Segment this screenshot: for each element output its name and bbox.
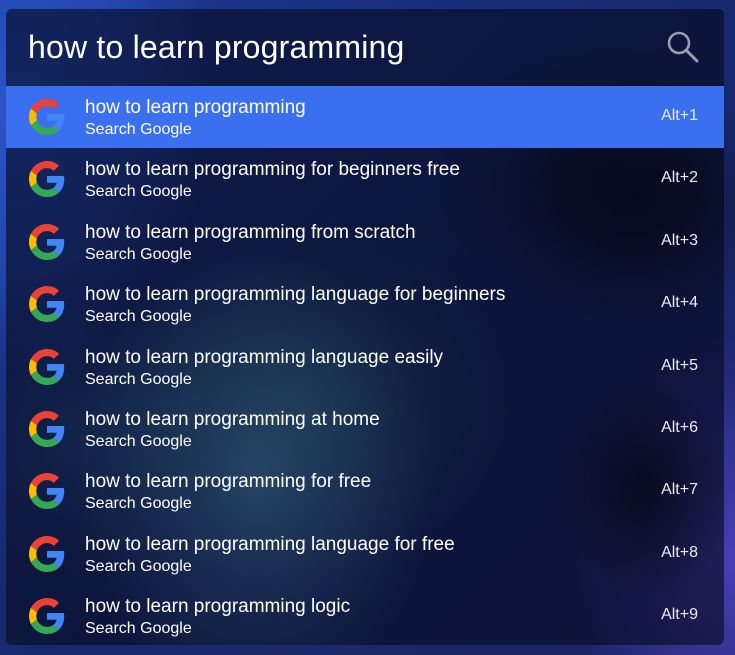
result-shortcut: Alt+9 (661, 606, 698, 624)
result-item[interactable]: how to learn programming for beginners f… (6, 148, 724, 210)
search-bar: how to learn programming (6, 9, 724, 86)
result-title: how to learn programming (85, 97, 306, 118)
result-shortcut: Alt+2 (661, 169, 698, 187)
google-g-icon (29, 473, 65, 510)
result-shortcut: Alt+3 (661, 231, 698, 249)
result-item[interactable]: how to learn programming for free Search… (6, 460, 724, 522)
result-item[interactable]: how to learn programming language easily… (6, 336, 724, 398)
result-title: how to learn programming from scratch (85, 221, 416, 243)
result-subtitle: Search Google (85, 432, 192, 450)
google-g-icon (29, 286, 65, 323)
google-g-icon (29, 410, 65, 447)
result-subtitle: Search Google (85, 183, 192, 201)
result-item[interactable]: how to learn programming from scratch Se… (6, 211, 724, 273)
result-subtitle: Search Google (85, 308, 192, 326)
result-subtitle: Search Google (85, 620, 192, 638)
result-item[interactable]: how to learn programming at home Search … (6, 398, 724, 460)
google-g-icon (29, 223, 65, 260)
result-item[interactable]: how to learn programming logic Search Go… (6, 585, 724, 645)
result-title: how to learn programming at home (85, 408, 380, 430)
result-title: how to learn programming language easily (85, 346, 444, 368)
result-shortcut: Alt+1 (661, 107, 698, 124)
google-g-icon (29, 598, 65, 635)
result-title: how to learn programming for free (85, 471, 372, 493)
google-g-icon (29, 535, 65, 572)
result-item[interactable]: how to learn programming Search Google A… (6, 86, 724, 149)
results-list: how to learn programming Search Google A… (6, 86, 724, 645)
result-item[interactable]: how to learn programming language for fr… (6, 523, 724, 585)
google-g-icon (29, 348, 65, 385)
result-shortcut: Alt+8 (661, 543, 698, 561)
google-g-icon (29, 161, 65, 198)
result-title: how to learn programming language for be… (85, 284, 506, 306)
search-icon[interactable] (666, 30, 700, 64)
result-title: how to learn programming logic (85, 596, 351, 618)
launcher-panel: how to learn programming how to learn pr… (6, 9, 724, 645)
result-shortcut: Alt+7 (661, 481, 698, 499)
result-title: how to learn programming for beginners f… (85, 159, 460, 181)
result-subtitle: Search Google (85, 557, 192, 575)
result-subtitle: Search Google (85, 495, 192, 513)
result-shortcut: Alt+6 (661, 418, 698, 436)
result-title: how to learn programming language for fr… (85, 533, 455, 555)
google-g-icon (29, 99, 65, 135)
result-shortcut: Alt+5 (661, 356, 698, 374)
result-subtitle: Search Google (85, 370, 192, 388)
result-item[interactable]: how to learn programming language for be… (6, 273, 724, 335)
result-subtitle: Search Google (85, 121, 192, 138)
result-shortcut: Alt+4 (661, 294, 698, 312)
result-subtitle: Search Google (85, 245, 192, 263)
search-input[interactable]: how to learn programming (28, 29, 405, 66)
